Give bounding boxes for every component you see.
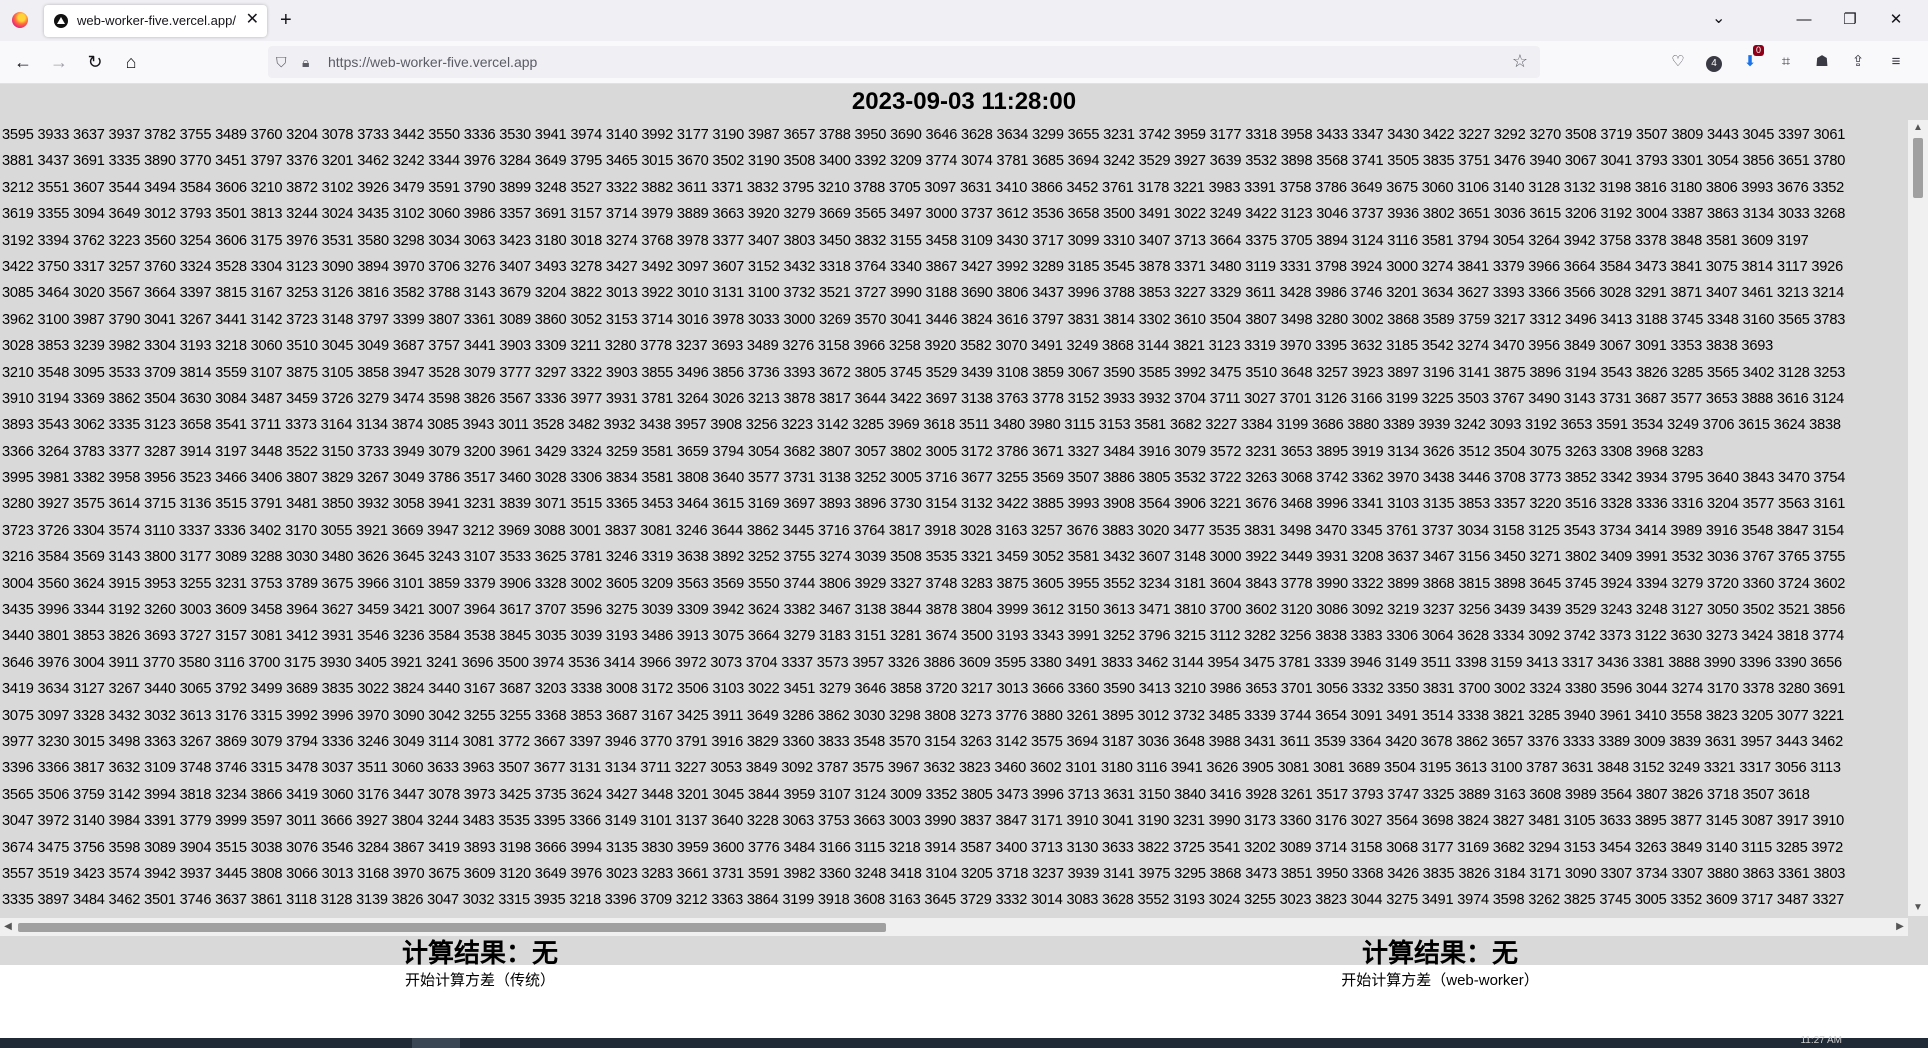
screenshot-icon[interactable]: ⌗ (1774, 50, 1798, 74)
number-row: 3557 3519 3423 3574 3942 3937 3445 3808 … (2, 865, 1846, 882)
scroll-up-icon[interactable]: ▲ (1912, 122, 1924, 134)
traditional-result-label: 计算结果：无 (401, 938, 558, 968)
vertical-scrollbar[interactable]: ▲ ▼ (1908, 120, 1928, 916)
number-row: 3212 3551 3607 3544 3494 3584 3606 3210 … (2, 179, 1845, 196)
bookmark-star-icon[interactable]: ☆ (1512, 51, 1528, 72)
lock-icon[interactable]: 🔒︎ (302, 53, 309, 71)
page-content: 2023-09-03 11:28:00 3595 3933 3637 3937 … (0, 84, 1928, 1038)
tab-title: web-worker-five.vercel.app/ (77, 13, 236, 28)
account-icon[interactable]: 4 (1702, 50, 1726, 74)
nav-bar: ← → ↻ ⌂ ⛉ 🔒︎ https://web-worker-five.ver… (0, 41, 1928, 84)
number-row: 3280 3927 3575 3614 3715 3136 3515 3791 … (2, 496, 1846, 513)
number-row: 3047 3972 3140 3984 3391 3779 3999 3597 … (2, 813, 1845, 830)
pocket-icon[interactable]: ♡ (1666, 50, 1690, 74)
shield-icon[interactable]: ⛉ (276, 53, 287, 71)
numbers-list: 3595 3933 3637 3937 3782 3755 3489 3760 … (2, 122, 1902, 917)
number-row: 3028 3853 3239 3982 3304 3193 3218 3060 … (2, 338, 1774, 355)
number-row: 3419 3634 3127 3267 3440 3065 3792 3499 … (2, 681, 1846, 698)
horizontal-scrollbar[interactable]: ◀ ▶ (0, 918, 1908, 936)
firefox-logo-icon[interactable] (12, 12, 28, 28)
taskbar: 11:27 AM (0, 1035, 1928, 1048)
forward-arrow-icon[interactable]: → (46, 49, 72, 75)
current-time: 2023-09-03 11:28:00 (0, 84, 1928, 120)
scroll-down-icon[interactable]: ▼ (1912, 902, 1924, 914)
number-row: 3192 3394 3762 3223 3560 3254 3606 3175 … (2, 232, 1809, 249)
number-row: 3216 3584 3569 3143 3800 3177 3089 3288 … (2, 549, 1846, 566)
number-row: 3335 3897 3484 3462 3501 3746 3637 3861 … (2, 892, 1845, 909)
menu-icon[interactable]: ≡ (1884, 50, 1908, 74)
number-row: 3210 3548 3095 3533 3709 3814 3559 3107 … (2, 364, 1846, 381)
back-arrow-icon[interactable]: ← (10, 49, 36, 75)
tab-bar: web-worker-five.vercel.app/ ✕ + ⌄ — ❐ ✕ (0, 0, 1928, 41)
account-badge: 4 (1706, 56, 1722, 72)
number-row: 3674 3475 3756 3598 3089 3904 3515 3038 … (2, 839, 1844, 856)
close-tab-icon[interactable]: ✕ (246, 10, 259, 30)
numbers-container[interactable]: 3595 3933 3637 3937 3782 3755 3489 3760 … (0, 120, 1928, 965)
number-row: 3646 3976 3004 3911 3770 3580 3116 3700 … (2, 654, 1842, 671)
scroll-left-icon[interactable]: ◀ (2, 920, 14, 934)
url-bar[interactable]: ⛉ 🔒︎ https://web-worker-five.vercel.app … (268, 46, 1540, 78)
number-row: 3619 3355 3094 3649 3012 3793 3501 3813 … (2, 206, 1846, 223)
share-icon[interactable]: ⇪ (1846, 50, 1870, 74)
taskbar-app[interactable] (412, 1038, 460, 1048)
horizontal-scroll-thumb[interactable] (18, 923, 886, 932)
webworker-result: 计算结果：无 开始计算方差（web-worker） (1240, 936, 1640, 992)
number-row: 3977 3230 3015 3498 3363 3267 3869 3079 … (2, 733, 1844, 750)
number-row: 3435 3996 3344 3192 3260 3003 3609 3458 … (2, 602, 1846, 619)
start-webworker-button[interactable]: 开始计算方差（web-worker） (1240, 970, 1640, 992)
close-window-icon[interactable]: ✕ (1876, 6, 1916, 34)
results-area: 计算结果：无 开始计算方差（传统） 计算结果：无 开始计算方差（web-work… (0, 936, 1928, 1036)
number-row: 3085 3464 3020 3567 3664 3397 3815 3167 … (2, 285, 1845, 302)
minimize-icon[interactable]: — (1784, 6, 1824, 34)
number-row: 3439 3566 3064 3130 3665 3663 3657 3505 … (2, 914, 1902, 917)
vertical-scroll-thumb[interactable] (1913, 138, 1923, 198)
number-row: 3565 3506 3759 3142 3994 3818 3234 3866 … (2, 786, 1810, 803)
new-tab-icon[interactable]: + (280, 9, 292, 31)
number-row: 3440 3801 3853 3826 3693 3727 3157 3081 … (2, 628, 1845, 645)
browser-tab[interactable]: web-worker-five.vercel.app/ ✕ (44, 5, 267, 37)
reload-icon[interactable]: ↻ (82, 49, 108, 75)
number-row: 3910 3194 3369 3862 3504 3630 3084 3487 … (2, 390, 1845, 407)
number-row: 3893 3543 3062 3335 3123 3658 3541 3711 … (2, 417, 1841, 434)
number-row: 3881 3437 3691 3335 3890 3770 3451 3797 … (2, 153, 1846, 170)
number-row: 3075 3097 3328 3432 3032 3613 3176 3315 … (2, 707, 1845, 724)
number-row: 3004 3560 3624 3915 3953 3255 3231 3753 … (2, 575, 1846, 592)
site-favicon-icon (54, 14, 68, 28)
start-traditional-button[interactable]: 开始计算方差（传统） (280, 970, 680, 992)
number-row: 3723 3726 3304 3574 3110 3337 3336 3402 … (2, 522, 1845, 539)
number-row: 3995 3981 3382 3958 3956 3523 3466 3406 … (2, 470, 1846, 487)
home-icon[interactable]: ⌂ (118, 49, 144, 75)
number-row: 3422 3750 3317 3257 3760 3324 3528 3304 … (2, 258, 1844, 275)
extension-icon[interactable]: ⬇ 0 (1738, 45, 1764, 74)
traditional-result: 计算结果：无 开始计算方差（传统） (280, 936, 680, 992)
number-row: 3396 3366 3817 3632 3109 3748 3746 3315 … (2, 760, 1841, 777)
webworker-result-label: 计算结果：无 (1361, 938, 1518, 968)
scroll-right-icon[interactable]: ▶ (1894, 920, 1906, 934)
number-row: 3962 3100 3987 3790 3041 3267 3441 3142 … (2, 311, 1846, 328)
puzzle-icon[interactable]: ☗ (1810, 50, 1834, 74)
extension-badge: 0 (1752, 45, 1764, 56)
restore-icon[interactable]: ❐ (1830, 6, 1870, 34)
url-text[interactable]: https://web-worker-five.vercel.app (328, 54, 537, 70)
number-row: 3595 3933 3637 3937 3782 3755 3489 3760 … (2, 127, 1846, 143)
list-all-tabs-icon[interactable]: ⌄ (1712, 8, 1725, 28)
taskbar-clock: 11:27 AM (1800, 1035, 1842, 1046)
number-row: 3366 3264 3783 3377 3287 3914 3197 3448 … (2, 443, 1704, 460)
